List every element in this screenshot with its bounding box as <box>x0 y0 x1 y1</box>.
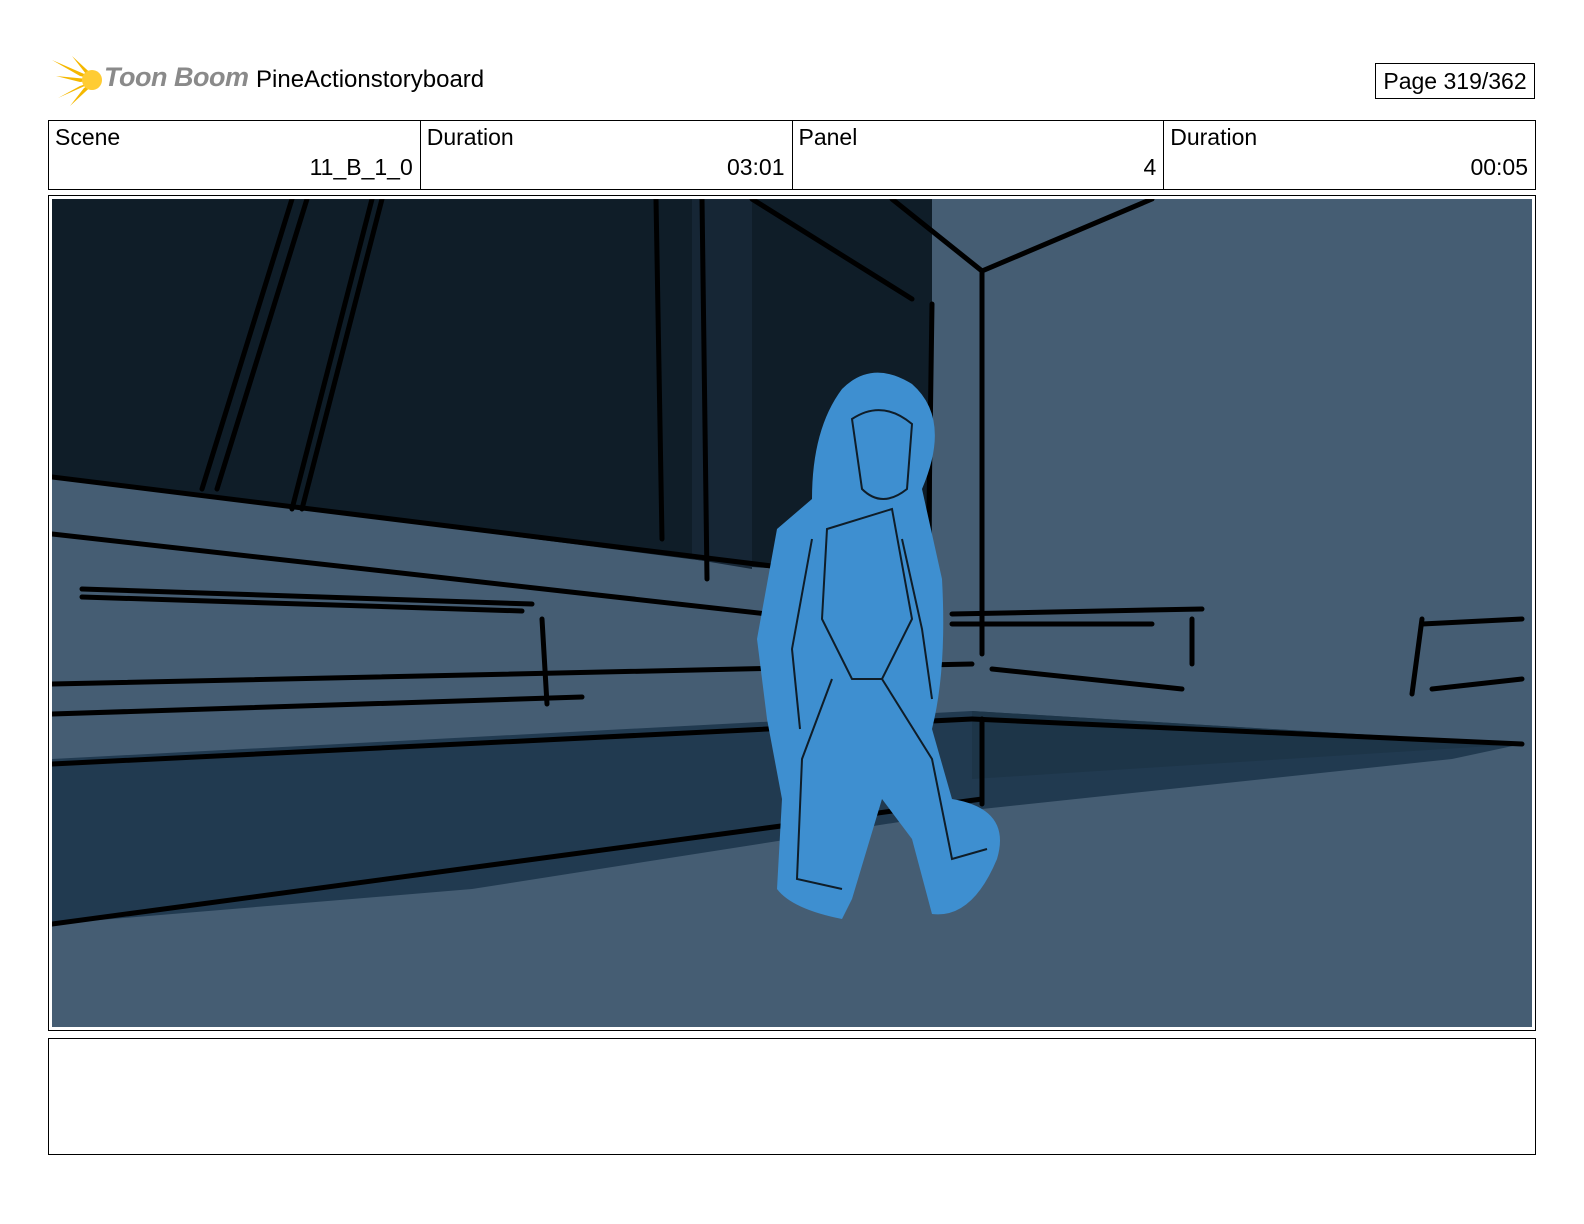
panel-duration-cell: Duration 00:05 <box>1164 121 1535 189</box>
scene-value: 11_B_1_0 <box>309 154 413 180</box>
logo-text: Toon Boom <box>104 62 249 92</box>
panel-duration-label: Duration <box>1170 124 1258 150</box>
scene-cell: Scene 11_B_1_0 <box>49 121 421 189</box>
scene-duration-cell: Duration 03:01 <box>421 121 793 189</box>
page-number-box: Page 319/362 <box>1375 63 1535 99</box>
panel-cell: Panel 4 <box>793 121 1165 189</box>
panel-duration-value: 00:05 <box>1470 154 1528 180</box>
panel-label: Panel <box>798 124 858 150</box>
scene-duration-value: 03:01 <box>726 154 785 180</box>
scene-duration-label: Duration <box>426 124 514 150</box>
panel-value: 4 <box>1143 154 1157 180</box>
storyboard-panel <box>48 195 1536 1031</box>
scene-label: Scene <box>55 124 121 150</box>
project-title: PineActionstoryboard <box>256 66 485 93</box>
notes-box <box>48 1038 1536 1155</box>
storyboard-drawing <box>52 199 1532 1027</box>
scene-info-table: Scene 11_B_1_0 Duration 03:01 Panel 4 Du… <box>48 120 1536 190</box>
